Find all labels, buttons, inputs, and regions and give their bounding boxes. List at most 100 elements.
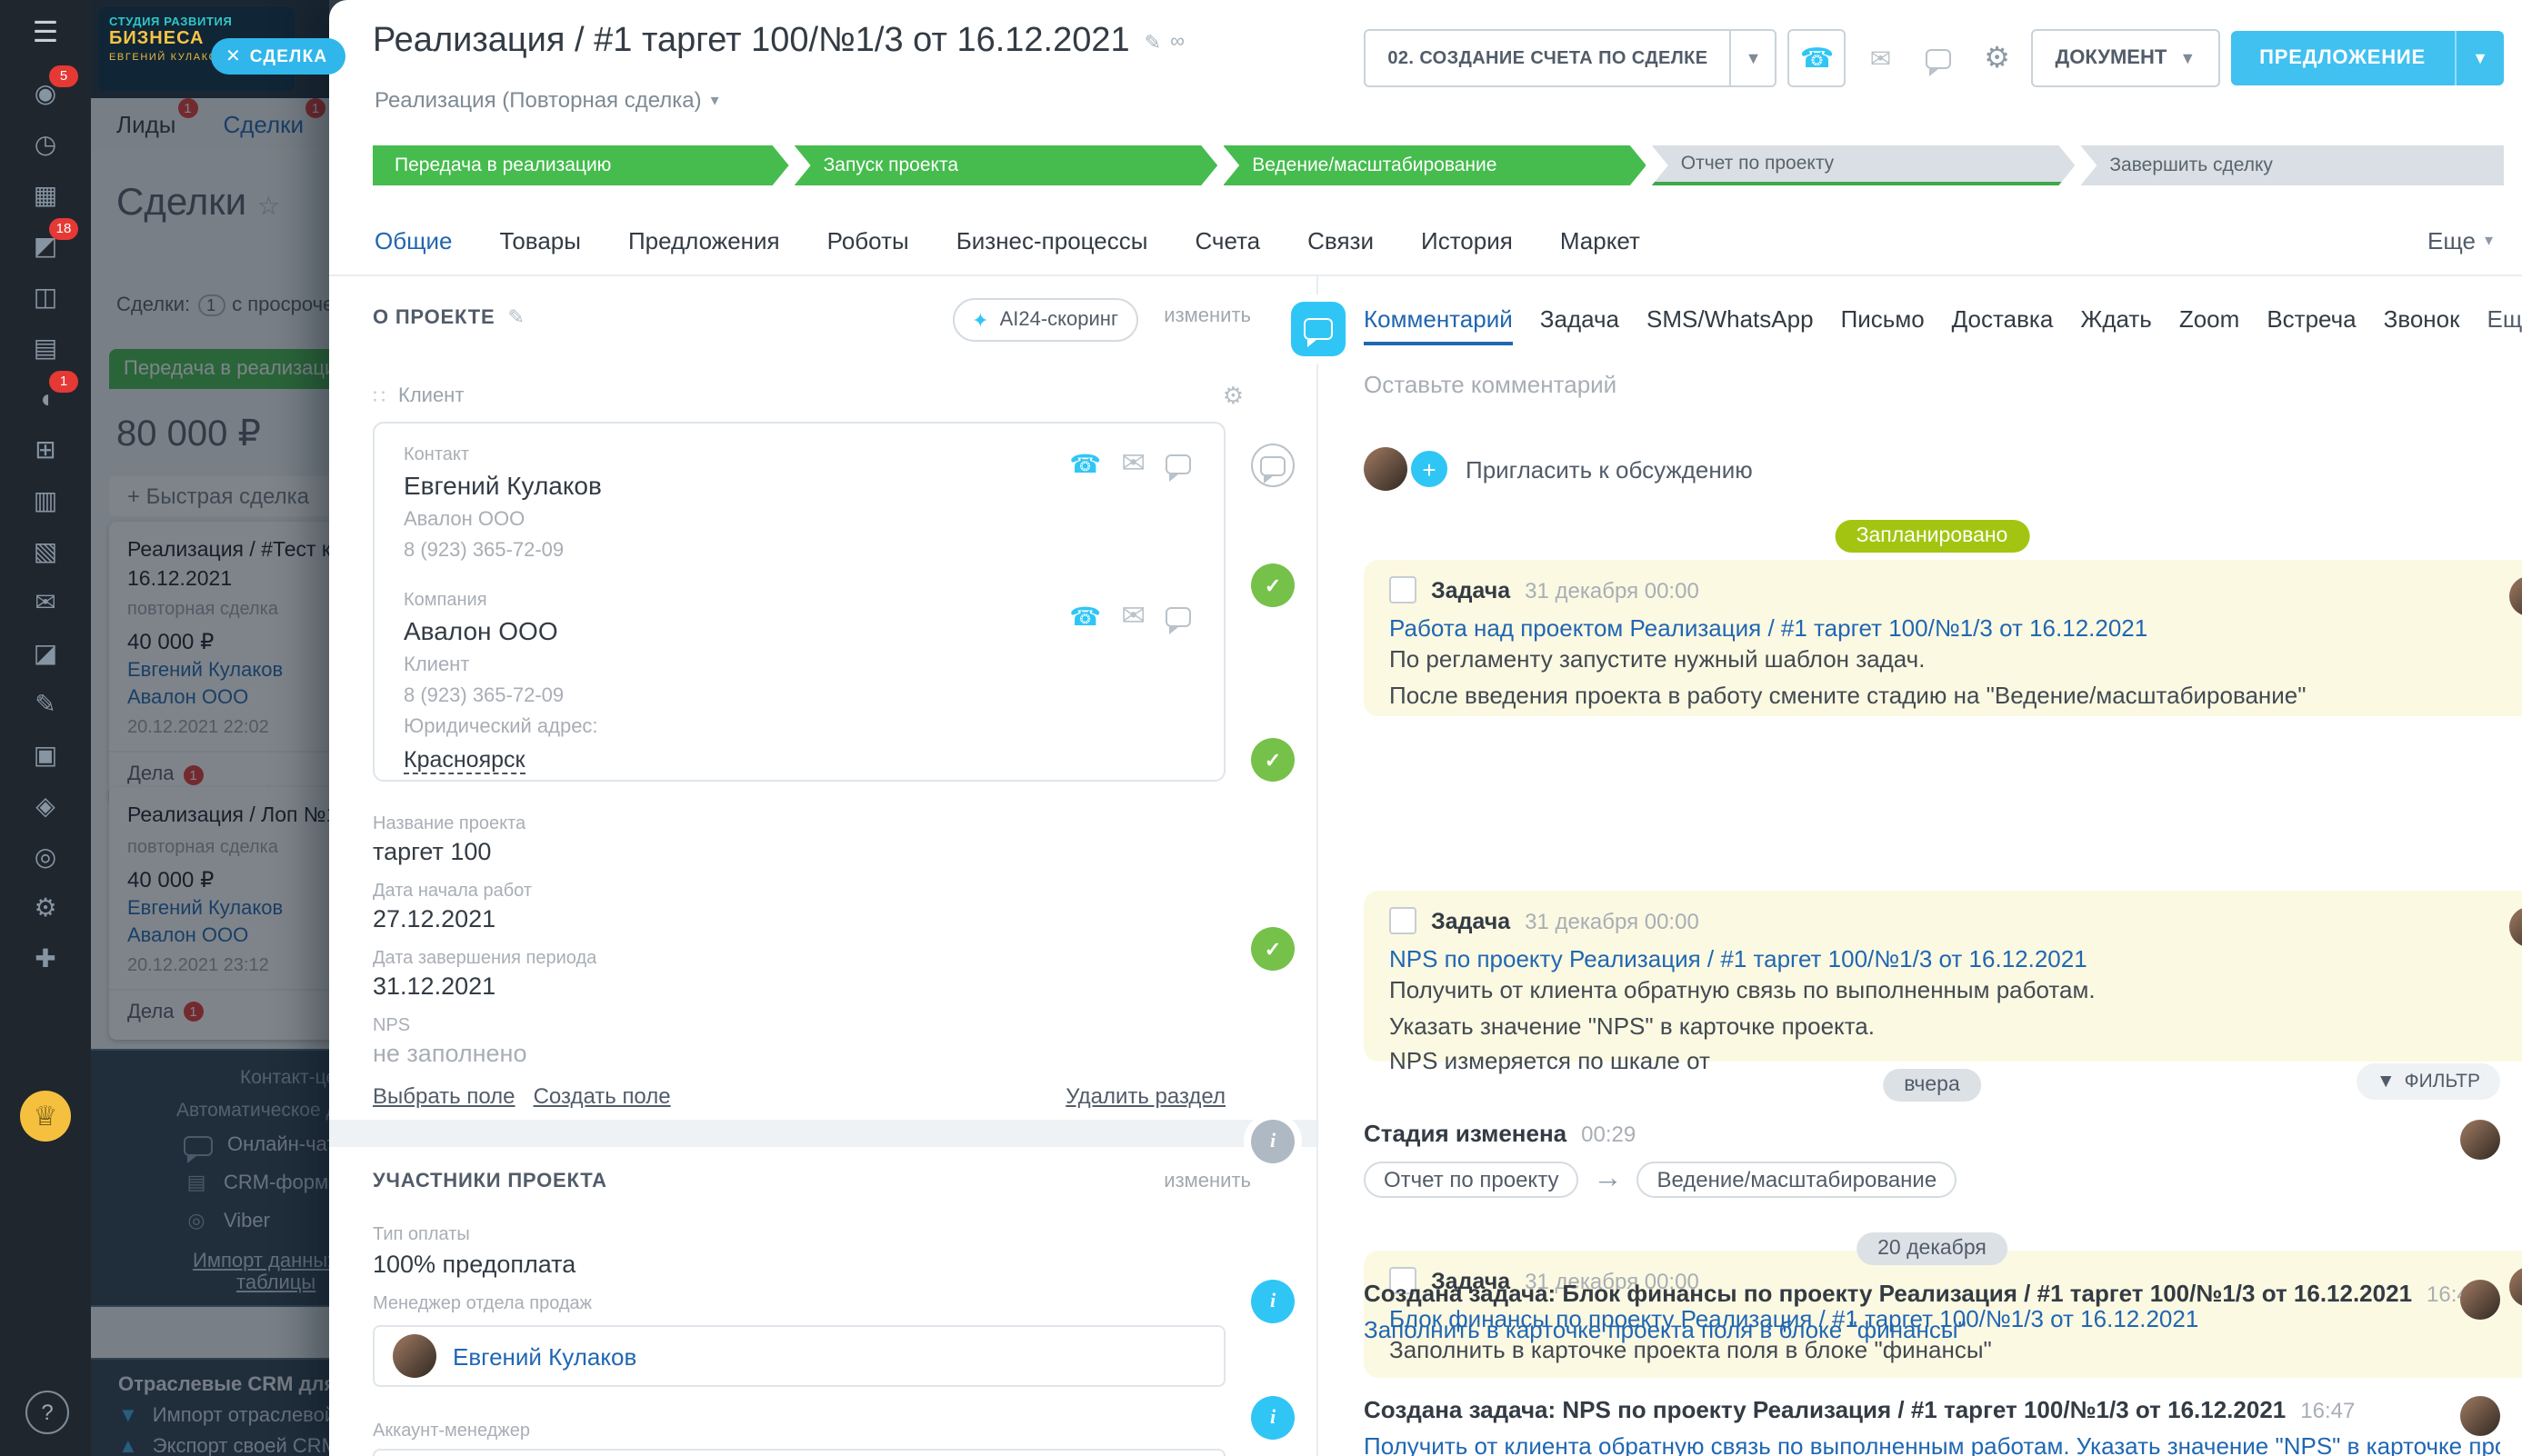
log-link[interactable]: Заполнить в карточке проекта поля в блок… bbox=[1364, 1316, 2500, 1343]
desktop-icon[interactable]: ▦ bbox=[20, 178, 71, 211]
header-controls: 02. СОЗДАНИЕ СЧЕТА ПО СДЕЛКЕ ▼ ☎ ✉ ⚙ ДОК… bbox=[1364, 31, 2504, 85]
time-icon[interactable]: ◷ bbox=[20, 127, 71, 160]
tabs-more-button[interactable]: Еще▾ bbox=[2427, 227, 2493, 254]
chat-button[interactable] bbox=[1916, 31, 1963, 85]
field-value[interactable]: таргет 100 bbox=[373, 838, 491, 865]
document-button[interactable]: ДОКУМЕНТ▼ bbox=[2032, 29, 2220, 87]
tab-bizproc[interactable]: Бизнес-процессы bbox=[956, 227, 1148, 254]
documents-icon[interactable]: ▥ bbox=[20, 484, 71, 516]
task-title-link[interactable]: Работа над проектом Реализация / #1 тарг… bbox=[1389, 614, 2522, 642]
chat-bubble-icon[interactable] bbox=[1166, 606, 1191, 626]
mail-icon[interactable]: ✉ bbox=[20, 585, 71, 618]
calendar-icon[interactable]: ⊞ bbox=[20, 433, 71, 465]
tl-tabs-more[interactable]: Еще ▾ bbox=[2487, 305, 2522, 333]
about-edit-link[interactable]: изменить bbox=[1164, 305, 1251, 327]
sign-icon[interactable]: ✎ bbox=[20, 687, 71, 720]
avatar bbox=[393, 1334, 436, 1378]
stage-segment[interactable]: Передача в реализацию bbox=[373, 145, 789, 185]
tab-links[interactable]: Связи bbox=[1307, 227, 1374, 254]
call-button[interactable]: ☎ bbox=[1788, 29, 1846, 87]
warehouse-icon[interactable]: ▣ bbox=[20, 738, 71, 771]
client-settings-gear-icon[interactable]: ⚙ bbox=[1223, 382, 1244, 411]
add-participant-icon[interactable]: + bbox=[1407, 447, 1451, 491]
tl-tab-call[interactable]: Звонок bbox=[2384, 305, 2460, 333]
tl-tab-zoom[interactable]: Zoom bbox=[2179, 305, 2239, 333]
contact-center-icon[interactable]: ◪ bbox=[20, 636, 71, 669]
timeline-filter-button[interactable]: ▼ФИЛЬТР bbox=[2357, 1063, 2500, 1100]
sites-icon[interactable]: ▤ bbox=[20, 331, 71, 364]
automation-icon[interactable]: ◎ bbox=[20, 840, 71, 873]
account-manager-label: Аккаунт-менеджер bbox=[373, 1421, 530, 1441]
tab-history[interactable]: История bbox=[1421, 227, 1513, 254]
tl-tab-letter[interactable]: Письмо bbox=[1841, 305, 1925, 333]
invite-row[interactable]: + Пригласить к обсуждению bbox=[1364, 447, 2500, 491]
task-checkbox[interactable] bbox=[1389, 576, 1416, 603]
field-value[interactable]: не заполнено bbox=[373, 1040, 527, 1067]
comment-input[interactable]: Оставьте комментарий bbox=[1364, 371, 2497, 418]
menu-icon[interactable]: ☰ bbox=[20, 18, 71, 51]
payment-type-value[interactable]: 100% предоплата bbox=[373, 1251, 575, 1278]
tab-invoices[interactable]: Счета bbox=[1195, 227, 1260, 254]
messenger-icon[interactable]: ◖1 bbox=[20, 382, 71, 414]
tl-tab-wait[interactable]: Ждать bbox=[2080, 305, 2152, 333]
participants-edit-link[interactable]: изменить bbox=[1164, 1171, 1251, 1192]
stage-segment[interactable]: Запуск проекта bbox=[795, 145, 1218, 185]
deal-category[interactable]: Реализация (Повторная сделка)▾ bbox=[375, 87, 719, 113]
chevron-down-icon: ▼ bbox=[1730, 31, 1776, 85]
drag-handle-icon[interactable]: ∷ bbox=[373, 385, 385, 409]
edit-title-icon[interactable]: ✎ bbox=[1145, 30, 1161, 54]
market-icon[interactable]: ◈ bbox=[20, 789, 71, 822]
chevron-down-icon: ▾ bbox=[2485, 231, 2493, 251]
copy-link-icon[interactable]: ∞ bbox=[1170, 30, 1185, 54]
phone-icon[interactable]: ☎ bbox=[1069, 601, 1101, 632]
company-phone[interactable]: 8 (923) 365-72-09 bbox=[404, 682, 1195, 713]
contact-phone[interactable]: 8 (923) 365-72-09 bbox=[404, 536, 1195, 567]
drive-icon[interactable]: ▧ bbox=[20, 534, 71, 567]
chat-bubble-icon[interactable] bbox=[1166, 454, 1191, 474]
task-checkbox[interactable] bbox=[1389, 907, 1416, 934]
tab-market[interactable]: Маркет bbox=[1560, 227, 1640, 254]
tl-tab-task[interactable]: Задача bbox=[1540, 305, 1619, 333]
select-field-link[interactable]: Выбрать поле bbox=[373, 1083, 515, 1109]
field-value[interactable]: 27.12.2021 bbox=[373, 905, 495, 932]
tab-products[interactable]: Товары bbox=[500, 227, 581, 254]
mail-icon[interactable]: ✉ bbox=[1121, 445, 1146, 482]
ai-scoring-button[interactable]: ✦AI24-скоринг bbox=[952, 298, 1138, 342]
mail-icon[interactable]: ✉ bbox=[1121, 598, 1146, 634]
tl-tab-meeting[interactable]: Встреча bbox=[2267, 305, 2356, 333]
task-title-link[interactable]: NPS по проекту Реализация / #1 таргет 10… bbox=[1389, 945, 2522, 972]
slider-close-chip[interactable]: ✕ СДЕЛКА bbox=[211, 38, 345, 75]
settings-button[interactable]: ⚙ bbox=[1974, 31, 2021, 85]
ai-sparkle-icon: ✦ bbox=[972, 308, 988, 332]
notifications-icon[interactable]: ◉5 bbox=[20, 76, 71, 109]
address-value[interactable]: Красноярск bbox=[404, 747, 525, 774]
tl-tab-sms[interactable]: SMS/WhatsApp bbox=[1646, 305, 1814, 333]
tasks-icon[interactable]: ◩18 bbox=[20, 229, 71, 262]
tab-robots[interactable]: Роботы bbox=[827, 227, 909, 254]
edit-section-icon[interactable]: ✎ bbox=[508, 305, 525, 329]
create-field-link[interactable]: Создать поле bbox=[534, 1083, 671, 1109]
manager-name-link[interactable]: Евгений Кулаков bbox=[453, 1342, 636, 1370]
offer-button[interactable]: ПРЕДЛОЖЕНИЕ ▼ bbox=[2230, 31, 2504, 85]
partner-crown-icon[interactable]: ♕ bbox=[20, 1091, 71, 1142]
phone-icon[interactable]: ☎ bbox=[1069, 448, 1101, 479]
account-manager-card bbox=[373, 1449, 1226, 1456]
crm-icon[interactable]: ◫ bbox=[20, 280, 71, 313]
field-value[interactable]: 31.12.2021 bbox=[373, 972, 495, 1000]
timeline-task-card[interactable]: Задача 31 декабря 00:00 Работа над проек… bbox=[1364, 560, 2522, 716]
tab-general[interactable]: Общие bbox=[375, 227, 453, 254]
log-link[interactable]: Получить от клиента обратную связь по вы… bbox=[1364, 1432, 2500, 1456]
stage-segment[interactable]: Отчет по проекту bbox=[1652, 145, 2076, 185]
email-button[interactable]: ✉ bbox=[1857, 31, 1905, 85]
funnel-stage-select[interactable]: 02. СОЗДАНИЕ СЧЕТА ПО СДЕЛКЕ ▼ bbox=[1364, 29, 1776, 87]
delete-section-link[interactable]: Удалить раздел bbox=[1066, 1083, 1226, 1109]
tl-tab-comment[interactable]: Комментарий bbox=[1364, 305, 1513, 345]
stage-segment[interactable]: Ведение/масштабирование bbox=[1223, 145, 1646, 185]
stage-segment[interactable]: Завершить сделку bbox=[2080, 145, 2504, 185]
tl-tab-delivery[interactable]: Доставка bbox=[1952, 305, 2054, 333]
tab-quotes[interactable]: Предложения bbox=[628, 227, 780, 254]
timeline-task-card[interactable]: Задача 31 декабря 00:00 NPS по проекту Р… bbox=[1364, 891, 2522, 1062]
help-icon[interactable]: ? bbox=[25, 1391, 69, 1434]
settings-icon[interactable]: ⚙ bbox=[20, 891, 71, 923]
add-icon[interactable]: ✚ bbox=[20, 942, 71, 974]
